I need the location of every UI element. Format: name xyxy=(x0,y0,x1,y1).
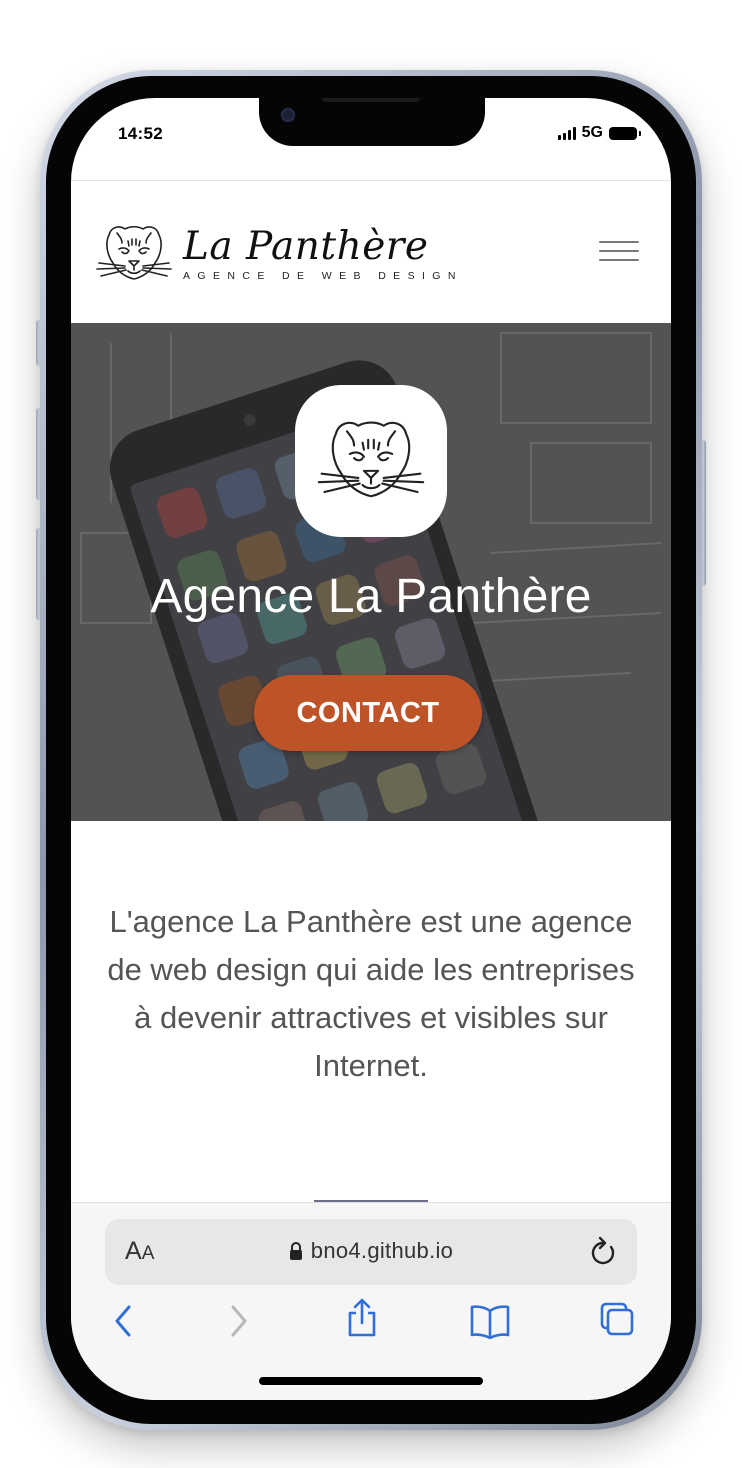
hamburger-menu-icon[interactable] xyxy=(599,241,639,265)
network-label: 5G xyxy=(581,124,603,141)
status-time: 14:52 xyxy=(118,124,163,143)
notch xyxy=(259,98,485,146)
site-logo[interactable]: La Panthère AGENCE DE WEB DESIGN xyxy=(95,221,463,287)
battery-icon xyxy=(609,126,641,140)
status-indicators: 5G xyxy=(557,124,641,142)
panther-logo-icon xyxy=(96,225,172,280)
forward-icon[interactable] xyxy=(227,1303,251,1339)
back-icon[interactable] xyxy=(111,1303,135,1339)
tabs-icon[interactable] xyxy=(599,1301,635,1337)
lock-icon xyxy=(289,1242,302,1260)
url-text: bno4.github.io xyxy=(310,1238,454,1263)
logo-name: La Panthère xyxy=(183,224,429,269)
speaker-grille xyxy=(321,98,421,102)
share-icon[interactable] xyxy=(345,1297,379,1339)
contact-button[interactable]: CONTACT xyxy=(254,675,482,751)
bookmarks-icon[interactable] xyxy=(469,1303,511,1339)
address-bar[interactable]: AA bno4.github.io xyxy=(105,1219,637,1285)
toolbar-row xyxy=(71,1298,671,1353)
browser-toolbar: AA bno4.github.io xyxy=(71,1202,671,1400)
signal-icon xyxy=(557,126,576,140)
site-header: La Panthère AGENCE DE WEB DESIGN xyxy=(71,181,671,323)
url-display[interactable]: bno4.github.io xyxy=(105,1238,637,1264)
front-camera xyxy=(281,108,295,122)
hero-section: Agence La Panthère CONTACT xyxy=(71,323,671,821)
hero-title: Agence La Panthère xyxy=(150,570,592,623)
logo-tagline: AGENCE DE WEB DESIGN xyxy=(183,270,463,282)
home-indicator xyxy=(259,1377,483,1385)
panther-logo-icon xyxy=(317,421,425,498)
intro-text: L'agence La Panthère est une agence de w… xyxy=(107,904,635,1083)
phone-screen: 14:52 5G La Panthère AGENCE DE WEB DESIG… xyxy=(71,98,671,1400)
hero-logo-badge xyxy=(295,385,447,537)
reload-icon[interactable] xyxy=(589,1235,617,1267)
